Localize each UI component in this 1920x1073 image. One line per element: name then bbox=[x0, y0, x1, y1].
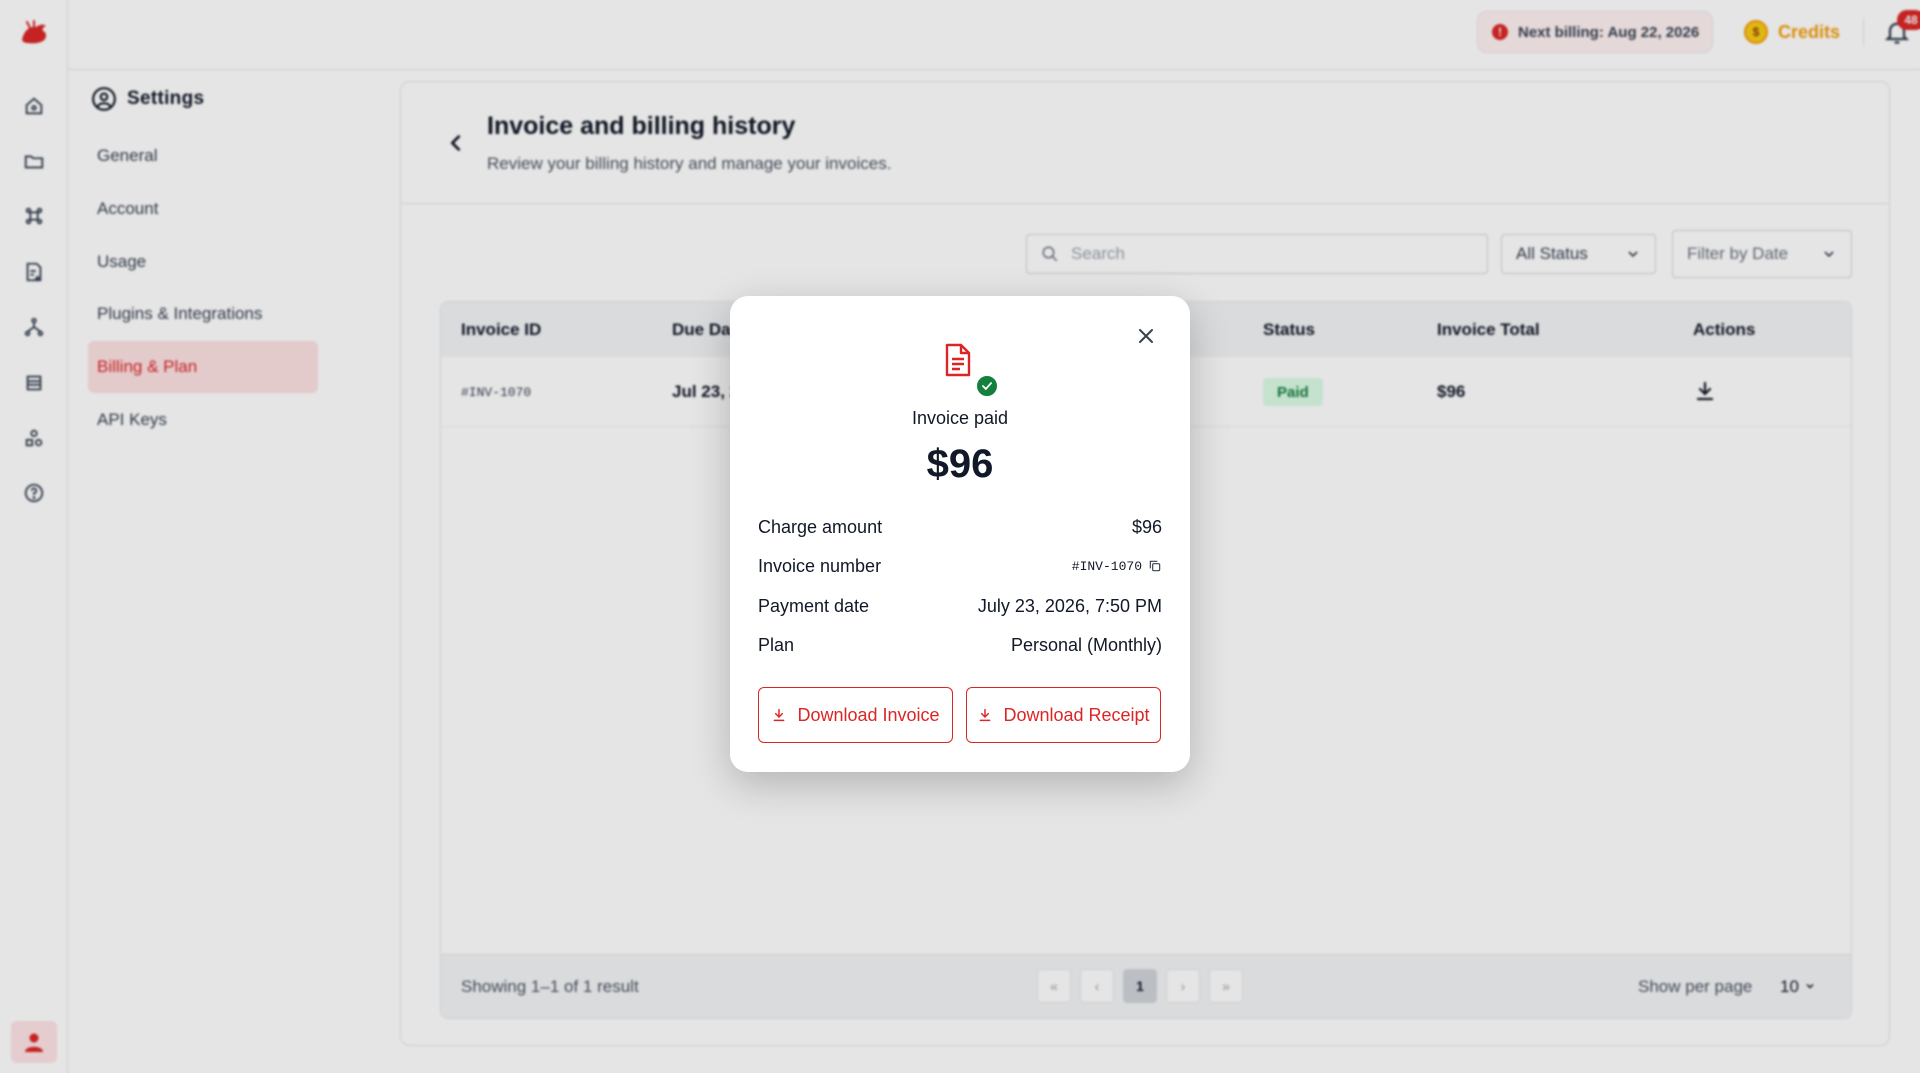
detail-label: Invoice number bbox=[758, 555, 882, 576]
download-invoice-button[interactable]: Download Invoice bbox=[758, 687, 953, 743]
modal-heading: Invoice paid bbox=[911, 408, 1009, 428]
detail-label: Payment date bbox=[758, 595, 870, 616]
close-icon[interactable] bbox=[1134, 324, 1158, 348]
download-icon bbox=[980, 708, 991, 722]
invoice-paid-modal: Invoice paid $96 Charge amount $96 Invoi… bbox=[730, 296, 1190, 772]
detail-value: July 23, 2026, 7:50 PM bbox=[977, 595, 1162, 616]
download-invoice-label: Download Invoice bbox=[797, 704, 940, 725]
invoice-number-value: #INV-1070 bbox=[1072, 559, 1162, 574]
detail-row: Charge amount $96 bbox=[758, 514, 1162, 540]
check-icon bbox=[975, 374, 999, 398]
document-icon bbox=[942, 342, 974, 378]
download-receipt-label: Download Receipt bbox=[1003, 704, 1150, 725]
download-icon bbox=[774, 708, 785, 722]
detail-row: Invoice number #INV-1070 bbox=[758, 553, 1162, 579]
paid-amount: $96 bbox=[926, 442, 994, 486]
detail-value: Personal (Monthly) bbox=[1010, 634, 1162, 655]
detail-label: Plan bbox=[758, 634, 795, 655]
detail-row: Payment date July 23, 2026, 7:50 PM bbox=[758, 593, 1162, 619]
detail-label: Charge amount bbox=[758, 516, 883, 537]
detail-value: #INV-1070 bbox=[1071, 558, 1142, 574]
detail-value: $96 bbox=[1131, 516, 1162, 537]
copy-icon[interactable] bbox=[1148, 559, 1162, 573]
download-receipt-button[interactable]: Download Receipt bbox=[966, 687, 1161, 743]
detail-row: Plan Personal (Monthly) bbox=[758, 632, 1162, 658]
